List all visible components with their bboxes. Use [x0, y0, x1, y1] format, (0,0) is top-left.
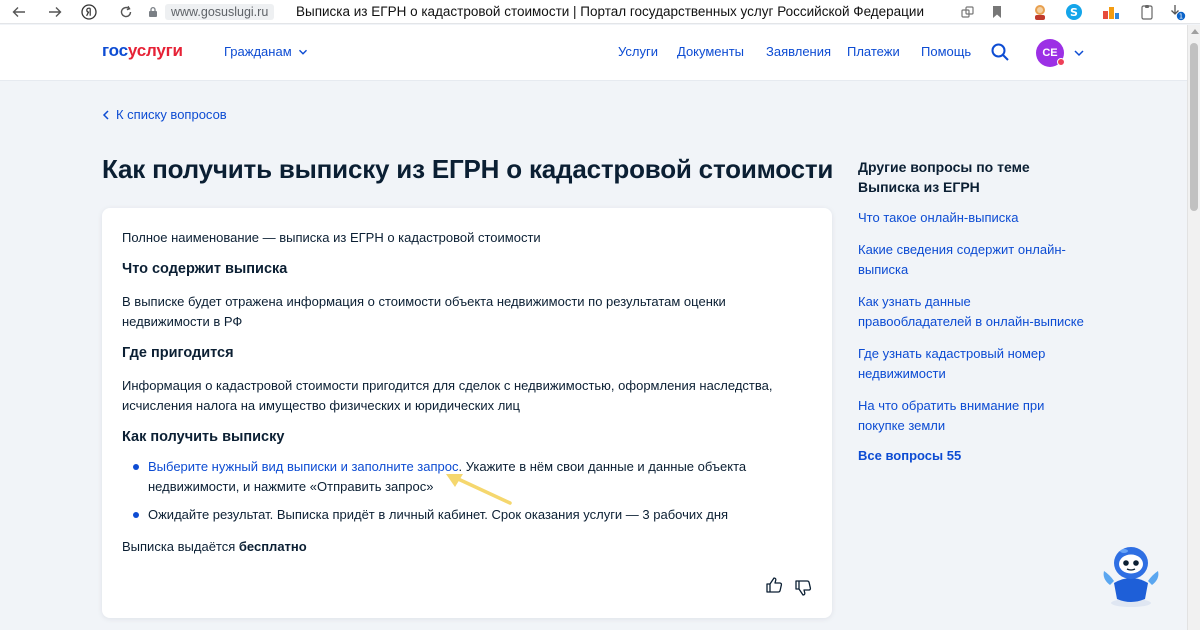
bullet-dot: [133, 464, 139, 470]
page-title: Как получить выписку из ЕГРН о кадастров…: [102, 154, 834, 184]
thumbs-down-icon[interactable]: [794, 579, 812, 597]
related-link-cadastral-number[interactable]: Где узнать кадастровый номер недвижимост…: [858, 344, 1098, 384]
free-bold: бесплатно: [238, 539, 307, 554]
back-to-questions-link[interactable]: К списку вопросов: [102, 107, 227, 122]
scroll-up-icon[interactable]: [1191, 29, 1199, 34]
related-link-text: правообладателей в онлайн-выписке: [858, 314, 1084, 329]
nav-help[interactable]: Помощь: [921, 44, 971, 59]
scroll-thumb[interactable]: [1190, 43, 1198, 211]
section-title-how-to: Как получить выписку: [122, 429, 285, 445]
notification-dot: [1057, 58, 1065, 66]
section-text-usage-2: исчисления налога на имущество физически…: [122, 398, 520, 413]
apps-extension-icon[interactable]: [1102, 3, 1120, 21]
related-title-line-1: Другие вопросы по теме: [858, 159, 1030, 175]
section-title-contents: Что содержит выписка: [122, 261, 288, 277]
thumbs-up-icon[interactable]: [765, 576, 783, 594]
forward-arrow-icon[interactable]: [46, 3, 64, 21]
robot-assistant-icon[interactable]: [1098, 543, 1164, 609]
chevron-down-icon: [298, 49, 307, 55]
gosuslugi-logo[interactable]: госуслуги: [102, 41, 183, 61]
intro-text: Полное наименование — выписка из ЕГРН о …: [122, 230, 541, 245]
nav-applications[interactable]: Заявления: [766, 44, 831, 59]
svg-text:1: 1: [1179, 13, 1183, 21]
step-2-text: Ожидайте результат. Выписка придёт в лич…: [148, 507, 729, 522]
yandex-icon[interactable]: [80, 3, 98, 21]
related-link-land-purchase[interactable]: На что обратить внимание при покупке зем…: [858, 396, 1098, 436]
related-link-contents[interactable]: Какие сведения содержит онлайн- выписка: [858, 240, 1098, 280]
all-questions-link[interactable]: Все вопросы 55: [858, 448, 961, 463]
related-link-text: выписка: [858, 262, 909, 277]
pointer-arrow-icon: [446, 474, 512, 505]
extensions-icon[interactable]: [958, 3, 976, 21]
related-link-owners[interactable]: Как узнать данные правообладателей в онл…: [858, 292, 1098, 332]
bookmark-icon[interactable]: [988, 3, 1006, 21]
step-1-line-2: недвижимости, и нажмите «Отправить запро…: [148, 479, 434, 494]
clipboard-icon[interactable]: [1138, 3, 1156, 21]
article-card: Полное наименование — выписка из ЕГРН о …: [102, 208, 832, 618]
search-icon[interactable]: [990, 42, 1010, 62]
logo-part-uslugi: услуги: [127, 41, 183, 60]
free-prefix: Выписка выдаётся: [122, 539, 239, 554]
related-link-text: недвижимости: [858, 366, 946, 381]
nav-payments[interactable]: Платежи: [847, 44, 900, 59]
related-title-line-2: Выписка из ЕГРН: [858, 179, 980, 195]
logo-part-gos: гос: [102, 41, 128, 60]
page-scrollbar[interactable]: [1187, 25, 1200, 630]
related-link-text: покупке земли: [858, 418, 946, 433]
section-title-usage: Где пригодится: [122, 345, 234, 361]
browser-toolbar: www.gosuslugi.ru Выписка из ЕГРН о кадас…: [0, 0, 1200, 24]
related-link-text: Где узнать кадастровый номер: [858, 346, 1046, 361]
back-arrow-icon[interactable]: [10, 3, 28, 21]
skype-icon[interactable]: S: [1065, 3, 1083, 21]
lock-icon: [149, 6, 157, 17]
section-text-usage-1: Информация о кадастровой стоимости приго…: [122, 378, 773, 393]
bullet-dot: [133, 512, 139, 518]
related-link-text: Какие сведения содержит онлайн-: [858, 242, 1066, 257]
section-text-contents-2: недвижимости в РФ: [122, 314, 243, 329]
chevron-left-icon: [102, 109, 109, 120]
related-link-text: На что обратить внимание при: [858, 398, 1045, 413]
downloads-icon[interactable]: 1: [1168, 3, 1186, 21]
related-questions-title: Другие вопросы по теме Выписка из ЕГРН: [858, 157, 1088, 197]
avatar-initials: СЕ: [1042, 47, 1058, 59]
related-link-online-extract[interactable]: Что такое онлайн-выписка: [858, 208, 1098, 228]
related-link-text: Что такое онлайн-выписка: [858, 210, 1019, 225]
back-link-label: К списку вопросов: [116, 107, 227, 122]
avatar[interactable]: СЕ: [1036, 39, 1065, 67]
chevron-down-icon[interactable]: [1073, 47, 1085, 59]
choose-extract-link[interactable]: Выберите нужный вид выписки и заполните …: [148, 459, 459, 474]
related-link-text: Как узнать данные: [858, 294, 971, 309]
svg-text:S: S: [1070, 6, 1078, 19]
citizens-menu-label: Гражданам: [224, 44, 292, 59]
free-of-charge-text: Выписка выдаётся бесплатно: [122, 537, 307, 557]
nav-documents[interactable]: Документы: [677, 44, 744, 59]
reload-icon[interactable]: [117, 3, 135, 21]
url-text: www.gosuslugi.ru: [165, 4, 275, 20]
tab-title: Выписка из ЕГРН о кадастровой стоимости …: [296, 4, 924, 19]
citizens-menu[interactable]: Гражданам: [224, 44, 308, 59]
address-bar[interactable]: www.gosuslugi.ru: [147, 3, 275, 21]
section-text-contents-1: В выписке будет отражена информация о ст…: [122, 294, 726, 309]
site-header: госуслуги Гражданам Услуги Документы Зая…: [0, 25, 1187, 81]
nav-services[interactable]: Услуги: [618, 44, 658, 59]
profile-extension-icon[interactable]: [1031, 3, 1049, 21]
